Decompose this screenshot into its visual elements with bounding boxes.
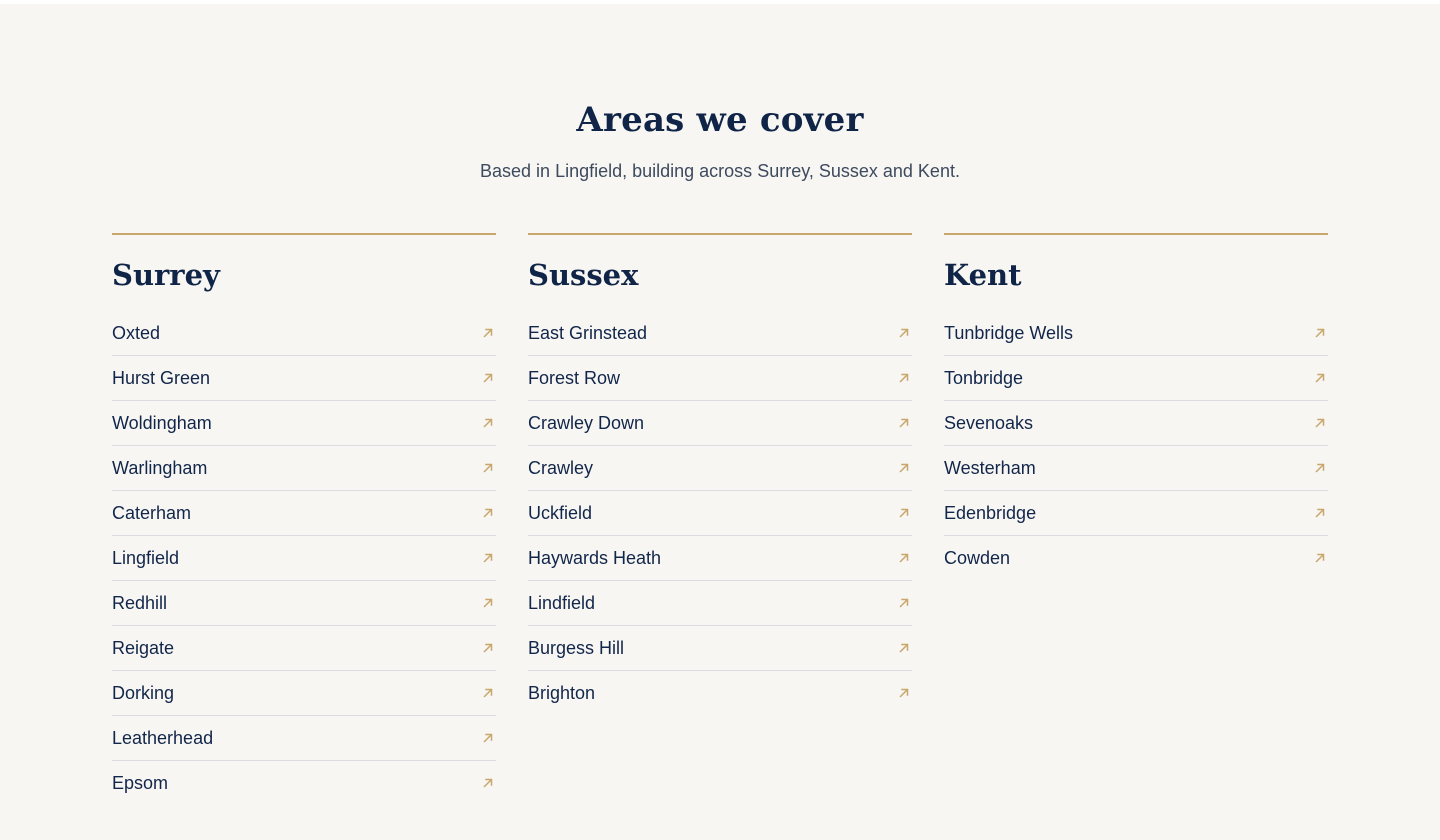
area-link[interactable]: Oxted <box>112 311 496 356</box>
area-link[interactable]: Warlingham <box>112 446 496 491</box>
area-link[interactable]: Crawley Down <box>528 401 912 446</box>
top-strip <box>0 0 1440 4</box>
arrow-up-right-icon <box>1312 460 1328 476</box>
area-link[interactable]: Sevenoaks <box>944 401 1328 446</box>
area-name: Haywards Heath <box>528 548 662 568</box>
area-name: Brighton <box>528 683 596 703</box>
area-name: East Grinstead <box>528 323 648 343</box>
arrow-up-right-icon <box>1312 415 1328 431</box>
area-name: Westerham <box>944 458 1036 478</box>
arrow-up-right-icon <box>1312 505 1328 521</box>
area-name: Crawley Down <box>528 413 645 433</box>
region-title-surrey: Surrey <box>112 258 220 292</box>
area-link[interactable]: Burgess Hill <box>528 626 912 671</box>
arrow-up-right-icon <box>896 460 912 476</box>
area-name: Cowden <box>944 548 1011 568</box>
region-title-kent: Kent <box>944 258 1022 292</box>
area-name: Tonbridge <box>944 368 1024 388</box>
arrow-up-right-icon <box>480 370 496 386</box>
arrow-up-right-icon <box>896 595 912 611</box>
arrow-up-right-icon <box>896 325 912 341</box>
arrow-up-right-icon <box>480 325 496 341</box>
area-link[interactable]: Hurst Green <box>112 356 496 401</box>
area-name: Sevenoaks <box>944 413 1034 433</box>
arrow-up-right-icon <box>896 415 912 431</box>
arrow-up-right-icon <box>480 640 496 656</box>
area-link[interactable]: East Grinstead <box>528 311 912 356</box>
area-link[interactable]: Tonbridge <box>944 356 1328 401</box>
section-title: Areas we cover <box>576 100 864 140</box>
arrow-up-right-icon <box>480 595 496 611</box>
arrow-up-right-icon <box>480 415 496 431</box>
area-name: Leatherhead <box>112 728 214 748</box>
area-name: Forest Row <box>528 368 621 388</box>
area-name: Caterham <box>112 503 192 523</box>
area-link[interactable]: Haywards Heath <box>528 536 912 581</box>
area-list-sussex: East Grinstead Forest Row Crawley Down Craw… <box>528 311 912 715</box>
area-link[interactable]: Edenbridge <box>944 491 1328 536</box>
region-column-kent: Kent Tunbridge Wells Tonbridge Sevenoaks We… <box>944 233 1328 580</box>
arrow-up-right-icon <box>896 505 912 521</box>
area-link[interactable]: Tunbridge Wells <box>944 311 1328 356</box>
area-link[interactable]: Brighton <box>528 671 912 715</box>
area-name: Woldingham <box>112 413 212 433</box>
arrow-up-right-icon <box>1312 325 1328 341</box>
area-name: Crawley <box>528 458 594 478</box>
area-link[interactable]: Redhill <box>112 581 496 626</box>
section-subtitle: Based in Lingfield, building across Surr… <box>480 161 960 181</box>
arrow-up-right-icon <box>896 640 912 656</box>
arrow-up-right-icon <box>896 550 912 566</box>
arrow-up-right-icon <box>480 685 496 701</box>
arrow-up-right-icon <box>480 550 496 566</box>
area-name: Tunbridge Wells <box>944 323 1074 343</box>
area-link[interactable]: Dorking <box>112 671 496 716</box>
area-link[interactable]: Caterham <box>112 491 496 536</box>
arrow-up-right-icon <box>480 775 496 791</box>
region-column-sussex: Sussex East Grinstead Forest Row Crawley D… <box>528 233 912 715</box>
area-link[interactable]: Lindfield <box>528 581 912 626</box>
area-name: Lindfield <box>528 593 596 613</box>
area-link[interactable]: Reigate <box>112 626 496 671</box>
area-link[interactable]: Leatherhead <box>112 716 496 761</box>
arrow-up-right-icon <box>1312 370 1328 386</box>
area-name: Epsom <box>112 773 169 793</box>
area-link[interactable]: Forest Row <box>528 356 912 401</box>
area-name: Redhill <box>112 593 168 613</box>
area-list-surrey: Oxted Hurst Green Woldingham Warlingham Cate… <box>112 311 496 805</box>
area-name: Burgess Hill <box>528 638 625 658</box>
arrow-up-right-icon <box>896 685 912 701</box>
area-name: Uckfield <box>528 503 593 523</box>
area-name: Edenbridge <box>944 503 1037 523</box>
arrow-up-right-icon <box>480 505 496 521</box>
arrow-up-right-icon <box>480 460 496 476</box>
area-link[interactable]: Lingfield <box>112 536 496 581</box>
area-link[interactable]: Westerham <box>944 446 1328 491</box>
arrow-up-right-icon <box>896 370 912 386</box>
area-link[interactable]: Uckfield <box>528 491 912 536</box>
area-link[interactable]: Cowden <box>944 536 1328 580</box>
area-name: Hurst Green <box>112 368 211 388</box>
area-list-kent: Tunbridge Wells Tonbridge Sevenoaks Westerh… <box>944 311 1328 580</box>
area-link[interactable]: Crawley <box>528 446 912 491</box>
area-name: Lingfield <box>112 548 180 568</box>
area-name: Reigate <box>112 638 175 658</box>
arrow-up-right-icon <box>1312 550 1328 566</box>
area-link[interactable]: Woldingham <box>112 401 496 446</box>
arrow-up-right-icon <box>480 730 496 746</box>
area-name: Dorking <box>112 683 175 703</box>
region-column-surrey: Surrey Oxted Hurst Green Woldingham Warling… <box>112 233 496 805</box>
area-name: Warlingham <box>112 458 208 478</box>
area-name: Oxted <box>112 323 161 343</box>
area-link[interactable]: Epsom <box>112 761 496 805</box>
region-title-sussex: Sussex <box>528 258 639 292</box>
